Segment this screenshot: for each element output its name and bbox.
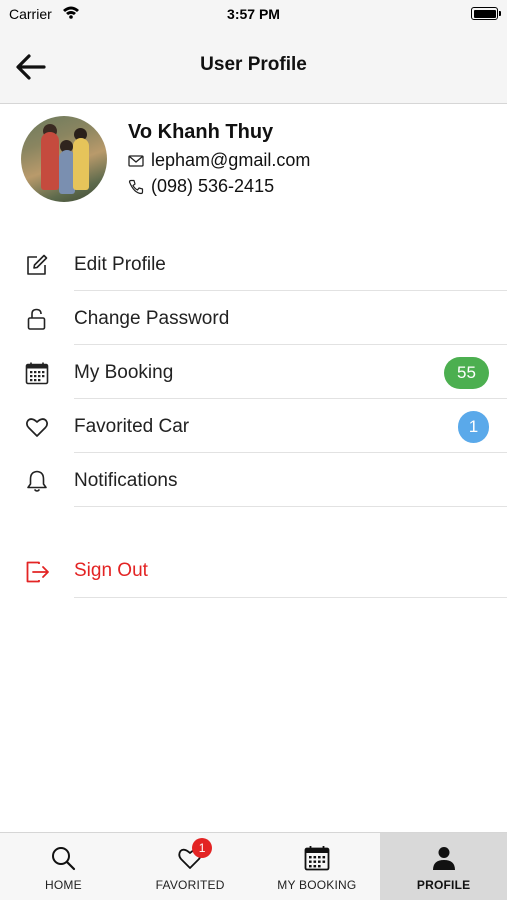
tab-favorited[interactable]: 1 FAVORITED (127, 833, 254, 900)
calendar-icon (25, 361, 49, 385)
menu-item-favorited-car[interactable]: Favorited Car 1 (0, 399, 507, 453)
user-email: lepham@gmail.com (151, 150, 311, 170)
favorite-count-badge: 1 (458, 411, 489, 443)
booking-count-badge: 55 (444, 357, 489, 389)
menu-item-label: My Booking (74, 362, 174, 383)
profile-menu: Edit Profile Change Password My Booking … (0, 237, 507, 507)
phone-icon (128, 179, 144, 195)
menu-item-label: Change Password (74, 308, 230, 329)
search-icon (50, 845, 76, 871)
menu-item-notifications[interactable]: Notifications (0, 453, 507, 507)
avatar[interactable] (21, 116, 107, 202)
user-email-row: lepham@gmail.com (128, 150, 310, 171)
person-icon (431, 845, 457, 871)
navigation-bar: User Profile (0, 30, 507, 104)
sign-out-label: Sign Out (74, 560, 148, 581)
tab-my-booking[interactable]: MY BOOKING (254, 833, 381, 900)
sign-out-button[interactable]: Sign Out (0, 544, 507, 598)
user-phone-row: (098) 536-2415 (128, 176, 274, 197)
tab-label: FAVORITED (155, 878, 225, 892)
user-name: Vo Khanh Thuy (128, 121, 274, 143)
menu-item-my-booking[interactable]: My Booking 55 (0, 345, 507, 399)
status-time: 3:57 PM (227, 6, 280, 22)
menu-item-label: Notifications (74, 470, 178, 491)
tab-bar: HOME 1 FAVORITED MY BOOKING PROFILE (0, 832, 507, 900)
favorited-tab-badge: 1 (192, 838, 213, 858)
tab-label: HOME (44, 878, 82, 892)
status-bar: Carrier 3:57 PM (0, 0, 507, 30)
tab-label: PROFILE (416, 878, 471, 892)
unlock-icon (25, 307, 49, 331)
menu-item-edit-profile[interactable]: Edit Profile (0, 237, 507, 291)
menu-item-change-password[interactable]: Change Password (0, 291, 507, 345)
divider (74, 506, 507, 507)
tab-home[interactable]: HOME (0, 833, 127, 900)
tab-label: MY BOOKING (277, 878, 357, 892)
menu-item-label: Edit Profile (74, 254, 166, 275)
page-title: User Profile (200, 54, 307, 75)
calendar-icon (304, 845, 330, 871)
tab-profile[interactable]: PROFILE (380, 833, 507, 900)
edit-icon (25, 253, 49, 277)
bell-icon (25, 469, 49, 493)
sign-out-icon (25, 559, 51, 585)
user-phone: (098) 536-2415 (151, 176, 275, 196)
mail-icon (128, 153, 144, 169)
divider (74, 597, 507, 598)
battery-icon (471, 7, 501, 20)
menu-item-label: Favorited Car (74, 416, 190, 437)
heart-icon (25, 415, 49, 439)
profile-header: Vo Khanh Thuy lepham@gmail.com (098) 536… (0, 104, 507, 214)
